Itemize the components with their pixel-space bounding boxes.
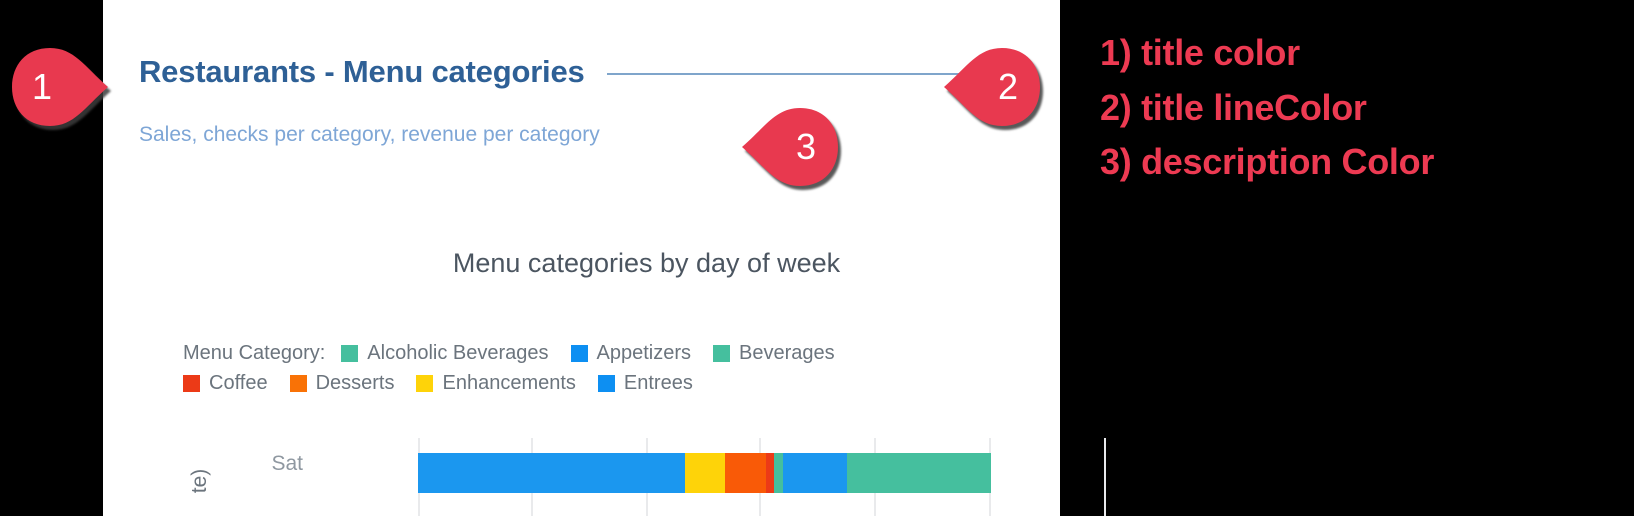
bar-segment-desserts[interactable] [725,453,766,493]
dashboard-title-row: Restaurants - Menu categories [139,56,1029,87]
annotation-marker-2: 2 [944,48,1040,126]
legend-item-alcoholic-beverages[interactable]: Alcoholic Beverages [341,341,549,365]
bar-segment-entrees[interactable] [418,453,685,493]
chart-legend: Menu Category: Alcoholic Beverages Appet… [183,338,1043,398]
annotation-note-2: 2) title lineColor [1100,86,1367,128]
gridline [1104,438,1106,516]
legend-item-appetizers[interactable]: Appetizers [570,341,692,365]
legend-swatch-icon [183,374,200,392]
legend-item-label: Coffee [209,371,268,394]
legend-swatch-icon [416,374,434,392]
legend-item-beverages[interactable]: Beverages [713,342,835,365]
legend-swatch-icon [289,374,307,392]
legend-caption: Menu Category: [183,341,326,364]
dashboard-description: Sales, checks per category, revenue per … [139,123,600,146]
legend-item-label: Desserts [315,371,395,394]
legend-item-coffee[interactable]: Coffee [183,372,268,395]
page-title: Restaurants - Menu categories [139,54,585,89]
annotation-notes: 1) title color 2) title lineColor 3) des… [1100,26,1434,190]
teardrop-marker-icon [742,108,838,186]
legend-item-label: Entrees [623,371,693,394]
teardrop-marker-icon [944,48,1040,126]
legend-item-label: Enhancements [442,371,576,394]
bar-segment-appetizers[interactable] [783,453,847,493]
bar-segment-coffee[interactable] [766,453,774,493]
legend-item-desserts[interactable]: Desserts [289,371,395,395]
annotation-marker-1: 1 [12,48,108,126]
legend-row-2: Coffee Desserts Enhancements Entrees [183,368,1043,398]
chart-title: Menu categories by day of week [452,248,841,278]
legend-swatch-icon [713,344,731,362]
annotation-note-3: 3) description Color [1100,141,1435,183]
stacked-bar-sat[interactable] [418,453,991,493]
bar-segment-beverages[interactable] [774,453,783,493]
annotation-note-1: 1) title color [1100,32,1300,73]
legend-swatch-icon [597,374,615,392]
plot-area [206,430,1106,516]
annotation-marker-3: 3 [742,108,838,186]
legend-swatch-icon [341,344,359,362]
legend-item-label: Appetizers [596,341,692,364]
annotated-dashboard-screenshot: Restaurants - Menu categories Sales, che… [0,0,1634,516]
legend-item-entrees[interactable]: Entrees [597,371,693,395]
dashboard-panel: Restaurants - Menu categories Sales, che… [103,0,1106,516]
teardrop-marker-icon [12,48,108,126]
legend-row-1: Menu Category: Alcoholic Beverages Appet… [183,338,1043,368]
legend-item-label: Beverages [739,341,835,364]
bar-segment-enhancements[interactable] [685,453,725,493]
bar-segment-alcoholic-beverages[interactable] [847,453,991,493]
legend-item-enhancements[interactable]: Enhancements [416,371,576,395]
legend-swatch-icon [570,344,588,362]
legend-item-label: Alcoholic Beverages [367,341,549,364]
